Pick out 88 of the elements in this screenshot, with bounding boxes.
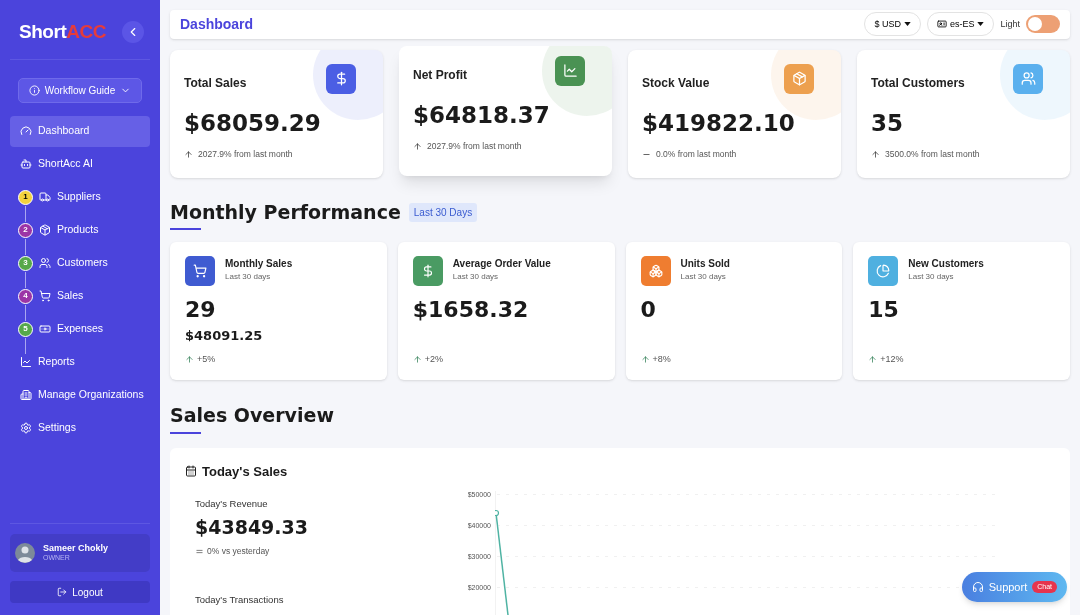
metric-change: +5% [197,352,216,366]
building-icon [20,389,32,401]
logout-icon [57,587,68,597]
step-badge: 5 [18,321,33,337]
stat-change: 3500.0% from last month [885,148,980,161]
metric-label: Units Sold [680,257,730,271]
stat-value: $64818.37 [413,100,551,130]
nav-item[interactable]: 5 Expenses [10,313,150,345]
stat-value: $419822.10 [642,108,796,138]
page-title: Dashboard [180,14,254,34]
step-badge: 1 [18,189,33,205]
arrow-up-icon [185,354,194,364]
package-icon [39,224,51,236]
users-icon [39,257,51,269]
robot-icon [20,158,32,170]
workflow-guide-button[interactable]: Workflow Guide [17,77,143,103]
logo: ShortACC [19,20,106,44]
user-name: Sameer Chokly [43,543,109,555]
line-chart-icon [20,356,32,368]
metric-period: Last 30 days [225,271,272,283]
line-chart-icon [562,63,578,78]
nav-item[interactable]: Reports [10,346,150,378]
stat-change: 2027.9% from last month [198,148,293,161]
nav-item[interactable]: Dashboard [10,115,150,147]
card-title: Today's Sales [202,462,288,481]
nav-item[interactable]: 1 Suppliers [10,181,150,213]
avatar [15,543,35,563]
banknote-icon [39,323,51,335]
metric-value: 0 [640,296,657,324]
metric-value: 29 [185,296,217,324]
stat-label: Stock Value [642,74,710,92]
step-badge: 3 [18,255,33,271]
nav-item[interactable]: 4 Sales [10,280,150,312]
step-badge: 4 [18,288,33,304]
settings-icon [20,422,32,434]
metric-period: Last 30 days [452,271,500,283]
metric-label: Average Order Value [452,257,551,271]
info-icon [28,84,40,96]
transactions-label: Today's Transactions [195,592,285,607]
theme-label: Light [1000,17,1020,31]
nav-item[interactable]: Settings [10,412,150,444]
caret-icon [903,22,911,27]
nav-item[interactable]: Manage Organizations [10,379,150,411]
metric-secondary-value: $48091.25 [185,326,264,345]
id-card-icon [936,19,947,30]
metric-period: Last 30 days [680,271,727,283]
gauge-icon [20,125,32,137]
revenue-change: 0% vs yesterday [207,544,270,558]
stat-value: $68059.29 [184,108,322,138]
truck-icon [39,191,51,203]
section-title: Sales Overview [170,403,335,428]
users-icon [1020,71,1036,86]
arrow-up-icon [412,354,422,364]
stat-change: 2027.9% from last month [427,140,522,153]
metric-label: Monthly Sales [225,257,293,271]
cart-icon [39,290,51,302]
nav-item[interactable]: ShortAcc AI [10,148,150,180]
stat-value: 35 [871,108,904,138]
metric-change: +8% [652,352,671,366]
arrow-up-icon [640,354,650,364]
step-badge: 2 [18,222,33,238]
stat-label: Net Profit [413,66,467,84]
pie-chart-icon [876,264,891,278]
boxes-icon [648,264,663,278]
collapse-button[interactable] [122,21,144,44]
stat-label: Total Sales [184,74,247,92]
nav-item[interactable]: 2 Products [10,214,150,246]
calendar-icon [185,465,197,478]
section-title: Monthly Performance [170,199,401,225]
cart-icon [193,264,207,278]
metric-value: $1658.32 [412,296,530,324]
arrow-up-icon [868,354,878,364]
period-badge: Last 30 Days [408,202,478,222]
metric-change: +12% [880,352,904,366]
package-icon [791,71,807,86]
metric-period: Last 30 days [908,271,955,283]
logout-button[interactable]: Logout [10,581,150,603]
revenue-label: Today's Revenue [195,497,269,511]
caret-icon [977,22,985,27]
stat-label: Total Customers [871,74,965,92]
theme-toggle[interactable] [1026,15,1060,34]
revenue-value: $43849.33 [195,515,309,541]
metric-value: 15 [868,296,900,324]
metric-change: +2% [424,352,443,366]
metric-label: New Customers [908,257,984,271]
headset-icon [971,581,984,593]
nav-item[interactable]: 3 Customers [10,247,150,279]
stat-change: 0.0% from last month [656,148,737,161]
